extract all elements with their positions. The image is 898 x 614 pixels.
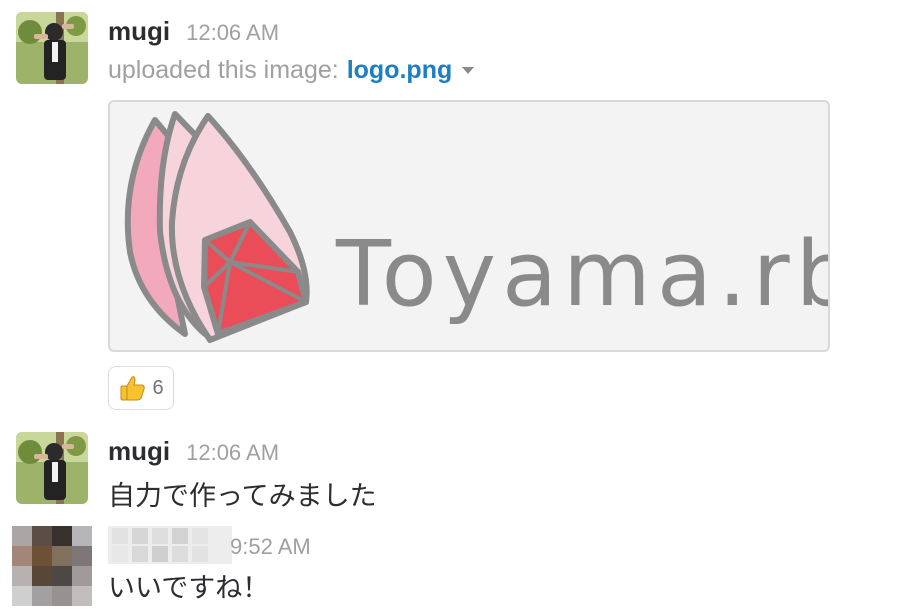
toyama-rb-logo: Toyama.rb [124, 111, 828, 343]
timestamp[interactable]: 9:52 AM [230, 534, 311, 560]
message-text: いいですね！ [108, 573, 270, 604]
logo-text: Toyama.rb [335, 222, 828, 327]
avatar[interactable] [16, 432, 88, 504]
timestamp[interactable]: 12:06 AM [186, 20, 279, 46]
reaction-thumbs-up[interactable]: 6 [108, 366, 174, 410]
message-header: 9:52 AM [230, 534, 311, 560]
message-header: mugi 12:06 AM [108, 436, 279, 467]
upload-line: uploaded this image: logo.png [108, 56, 475, 85]
reaction-count: 6 [152, 376, 164, 399]
message-text: 自力で作ってみました [108, 481, 377, 512]
username[interactable]: mugi [108, 436, 170, 467]
chevron-down-icon[interactable] [462, 67, 475, 74]
username-blurred[interactable] [108, 526, 232, 564]
username[interactable]: mugi [108, 16, 170, 47]
file-link[interactable]: logo.png [347, 56, 453, 85]
avatar-blurred[interactable] [12, 526, 92, 606]
upload-prefix: uploaded this image: [108, 56, 339, 84]
image-preview[interactable]: Toyama.rb [108, 100, 830, 352]
avatar[interactable] [16, 12, 88, 84]
thumbs-up-icon [120, 376, 146, 401]
timestamp[interactable]: 12:06 AM [186, 440, 279, 466]
message-header: mugi 12:06 AM [108, 16, 279, 47]
